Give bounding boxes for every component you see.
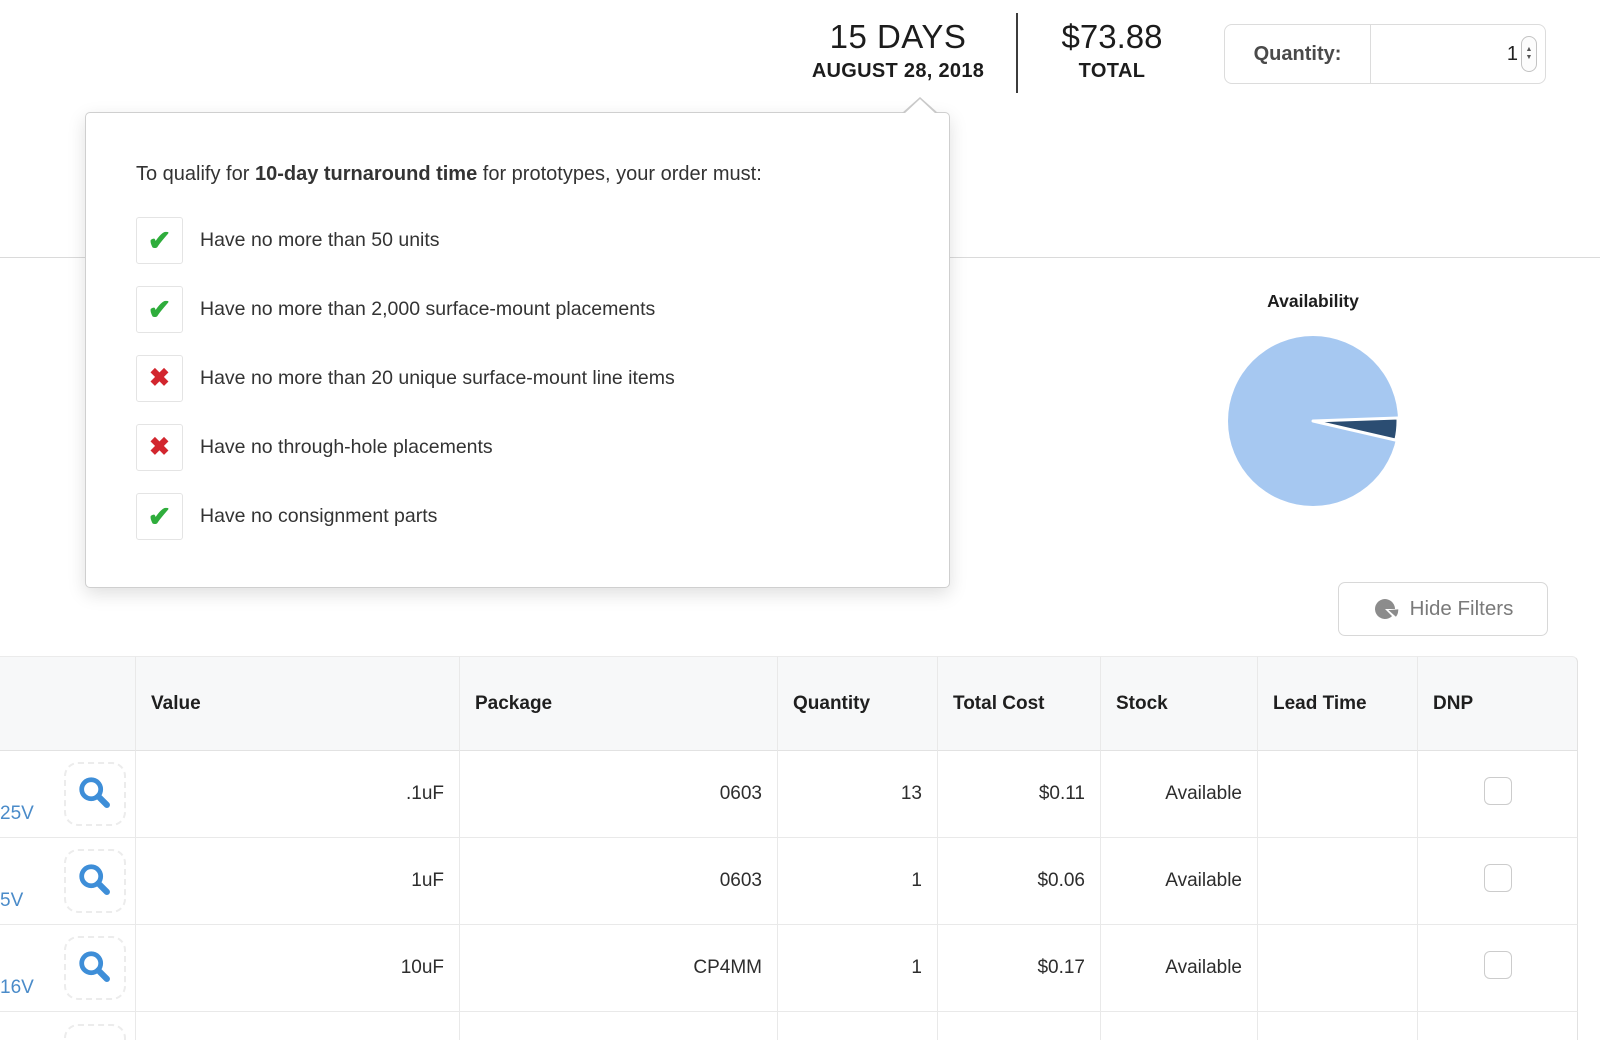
stock-cell: Available [1101, 838, 1258, 925]
list-item: ✖ Have no more than 20 unique surface-mo… [136, 355, 919, 402]
stock-cell: Available [1101, 751, 1258, 838]
total-cost-cell: $0.17 [938, 925, 1101, 1012]
status-box: ✔ [136, 493, 183, 540]
search-icon [76, 775, 114, 813]
x-icon: ✖ [149, 366, 170, 391]
intro-bold: 10-day turnaround time [255, 163, 477, 185]
col-header-desc [0, 656, 136, 751]
list-item-label: Have no more than 2,000 surface-mount pl… [200, 298, 655, 321]
dnp-cell [1418, 925, 1578, 1012]
total-label: TOTAL [1032, 60, 1192, 83]
table-header-row: Value Package Quantity Total Cost Stock … [0, 656, 1578, 751]
list-item-label: Have no more than 50 units [200, 229, 440, 252]
quantity-stepper[interactable]: ▲▼ [1521, 36, 1537, 72]
lead-time-cell [1258, 925, 1418, 1012]
table-row: 25V .1uF 0603 13 $0.11 Available [0, 751, 1578, 838]
quantity-cell: 1 [778, 925, 938, 1012]
package-cell: CP4MM [460, 925, 778, 1012]
list-item-label: Have no consignment parts [200, 505, 437, 528]
col-header-dnp: DNP [1418, 656, 1578, 751]
check-icon: ✔ [148, 503, 171, 531]
quantity-value[interactable]: 1 [1507, 43, 1518, 66]
order-total: $73.88 TOTAL [1032, 18, 1192, 83]
dnp-checkbox[interactable] [1484, 777, 1512, 805]
stock-cell: Available [1101, 925, 1258, 1012]
check-icon: ✔ [148, 227, 171, 255]
status-box: ✔ [136, 217, 183, 264]
value-cell: 1uF [136, 838, 460, 925]
part-link[interactable]: 16V [0, 977, 34, 999]
quantity-label: Quantity: [1225, 25, 1371, 83]
table-row: 16V 10uF CP4MM 1 $0.17 Available [0, 925, 1578, 1012]
total-amount: $73.88 [1032, 18, 1192, 56]
list-item-label: Have no more than 20 unique surface-moun… [200, 367, 675, 390]
dnp-checkbox[interactable] [1484, 864, 1512, 892]
search-icon [76, 862, 114, 900]
dnp-checkbox[interactable] [1484, 951, 1512, 979]
dnp-cell [1418, 838, 1578, 925]
status-box: ✖ [136, 424, 183, 471]
part-search-button[interactable] [64, 1024, 126, 1040]
col-header-package: Package [460, 656, 778, 751]
turnaround-popover: To qualify for 10-day turnaround time fo… [85, 112, 950, 588]
quantity-cell: 13 [778, 751, 938, 838]
quantity-widget: Quantity: 1 ▲▼ [1224, 24, 1546, 84]
qualification-list: ✔ Have no more than 50 units ✔ Have no m… [136, 217, 919, 540]
part-desc-cell: 16V [0, 925, 136, 1012]
part-search-button[interactable] [64, 762, 126, 826]
list-item: ✔ Have no more than 50 units [136, 217, 919, 264]
part-desc-cell [0, 1012, 136, 1040]
part-search-button[interactable] [64, 936, 126, 1000]
value-cell: .1uF [136, 751, 460, 838]
turnaround-summary: 15 DAYS AUGUST 28, 2018 [770, 18, 1026, 83]
col-header-quantity: Quantity [778, 656, 938, 751]
part-link[interactable]: 5V [0, 890, 23, 912]
status-box: ✔ [136, 286, 183, 333]
list-item: ✖ Have no through-hole placements [136, 424, 919, 471]
part-desc-cell: 5V [0, 838, 136, 925]
status-box: ✖ [136, 355, 183, 402]
intro-prefix: To qualify for [136, 163, 255, 185]
pie-svg [1227, 335, 1399, 507]
value-cell: 10uF [136, 925, 460, 1012]
hide-filters-button[interactable]: Hide Filters [1338, 582, 1548, 636]
total-cost-cell: $0.06 [938, 838, 1101, 925]
check-icon: ✔ [148, 296, 171, 324]
header-divider [1016, 13, 1018, 93]
list-item: ✔ Have no more than 2,000 surface-mount … [136, 286, 919, 333]
pie-chart-icon [1373, 596, 1399, 622]
package-cell: 0603 [460, 838, 778, 925]
col-header-lead-time: Lead Time [1258, 656, 1418, 751]
availability-pie-chart [1227, 335, 1399, 507]
popover-intro: To qualify for 10-day turnaround time fo… [136, 163, 919, 186]
intro-suffix: for prototypes, your order must: [477, 163, 762, 185]
part-desc-cell: 25V [0, 751, 136, 838]
x-icon: ✖ [149, 435, 170, 460]
package-cell: 0603 [460, 751, 778, 838]
lead-time-cell [1258, 838, 1418, 925]
bom-table: Value Package Quantity Total Cost Stock … [0, 656, 1578, 1040]
part-search-button[interactable] [64, 849, 126, 913]
list-item: ✔ Have no consignment parts [136, 493, 919, 540]
col-header-value: Value [136, 656, 460, 751]
quantity-input[interactable]: 1 ▲▼ [1371, 25, 1545, 83]
quantity-cell: 1 [778, 838, 938, 925]
col-header-stock: Stock [1101, 656, 1258, 751]
table-row: 5V 1uF 0603 1 $0.06 Available [0, 838, 1578, 925]
lead-time-cell [1258, 751, 1418, 838]
table-row [0, 1012, 1578, 1040]
dnp-cell [1418, 751, 1578, 838]
search-icon [76, 949, 114, 987]
hide-filters-label: Hide Filters [1410, 597, 1514, 621]
turnaround-date: AUGUST 28, 2018 [770, 60, 1026, 83]
total-cost-cell: $0.11 [938, 751, 1101, 838]
page: 15 DAYS AUGUST 28, 2018 $73.88 TOTAL Qua… [0, 0, 1600, 1040]
availability-chart-title: Availability [1213, 291, 1413, 312]
part-link[interactable]: 25V [0, 803, 34, 825]
list-item-label: Have no through-hole placements [200, 436, 493, 459]
turnaround-days: 15 DAYS [770, 18, 1026, 56]
col-header-total-cost: Total Cost [938, 656, 1101, 751]
